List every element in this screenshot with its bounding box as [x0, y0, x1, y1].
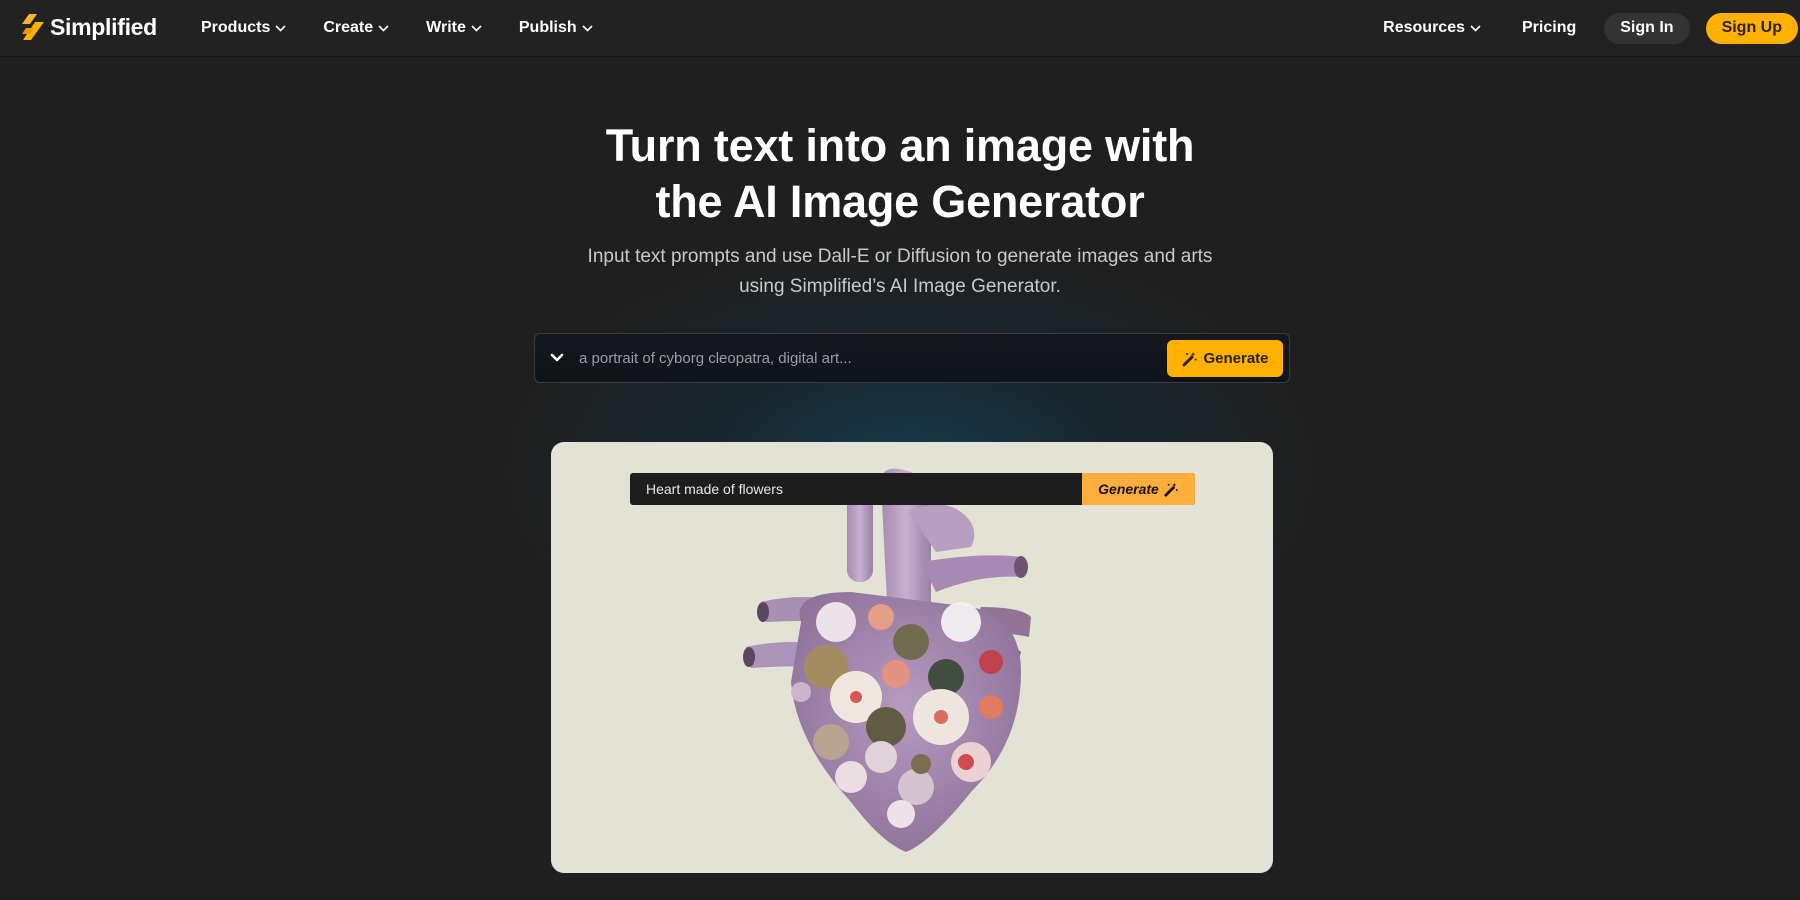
demo-generate-label: Generate [1098, 481, 1159, 497]
simplified-logo-icon [22, 14, 44, 40]
prompt-bar: Generate [534, 333, 1290, 383]
hero-title: Turn text into an image with the AI Imag… [0, 118, 1800, 230]
generate-button[interactable]: Generate [1167, 340, 1283, 377]
hero-subtitle: Input text prompts and use Dall-E or Dif… [0, 242, 1800, 302]
magic-wand-icon [1182, 352, 1197, 367]
chevron-down-icon [275, 24, 286, 32]
nav-products-label: Products [201, 19, 271, 36]
nav-publish-label: Publish [518, 19, 577, 36]
brand-logo[interactable]: Simplified [20, 12, 157, 42]
nav-pricing-label: Pricing [1522, 19, 1577, 36]
chevron-down-icon [471, 24, 482, 32]
nav-pricing[interactable]: Pricing [1522, 19, 1576, 37]
hero-title-line-1: Turn text into an image with [605, 120, 1195, 171]
chevron-down-icon [550, 353, 564, 362]
demo-prompt-text: Heart made of flowers [646, 481, 783, 497]
nav-products[interactable]: Products [201, 19, 286, 37]
nav-publish[interactable]: Publish [519, 19, 593, 37]
generate-button-label: Generate [1203, 350, 1269, 367]
sign-up-button[interactable]: Sign Up [1705, 12, 1798, 44]
hero-subtitle-line-2: using Simplified’s AI Image Generator. [739, 276, 1061, 297]
showcase-card: Heart made of flowers Generate [551, 442, 1273, 873]
nav-create-label: Create [323, 19, 374, 36]
nav-create[interactable]: Create [323, 19, 389, 37]
nav-resources-label: Resources [1383, 19, 1465, 36]
demo-prompt-bar: Heart made of flowers Generate [630, 473, 1195, 505]
prompt-options-toggle[interactable] [535, 334, 579, 382]
demo-generate-button[interactable]: Generate [1082, 473, 1195, 505]
chevron-down-icon [582, 24, 593, 32]
chevron-down-icon [378, 24, 389, 32]
brand-name: Simplified [50, 13, 157, 40]
chevron-down-icon [1470, 24, 1481, 32]
sign-in-button[interactable]: Sign In [1604, 12, 1690, 44]
secondary-nav: Resources Pricing Sign In Sign Up [1383, 0, 1798, 56]
primary-nav: Products Create Write Publish [201, 0, 630, 56]
heart-of-flowers-image [743, 468, 1031, 852]
hero-subtitle-line-1: Input text prompts and use Dall-E or Dif… [587, 246, 1213, 267]
hero-title-line-2: the AI Image Generator [655, 176, 1145, 227]
top-navbar: Simplified Products Create Write Publish… [0, 0, 1800, 56]
magic-wand-icon [1164, 482, 1178, 497]
nav-write-label: Write [426, 19, 466, 36]
nav-write[interactable]: Write [426, 19, 482, 37]
nav-resources[interactable]: Resources [1383, 19, 1481, 37]
